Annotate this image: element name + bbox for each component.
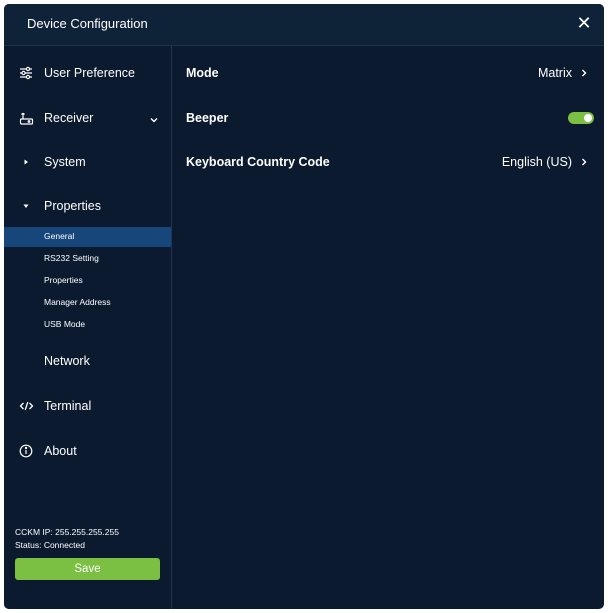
beeper-toggle[interactable]: [568, 112, 594, 124]
sidebar-subitem-label: USB Mode: [44, 319, 86, 329]
info-icon: [18, 443, 34, 459]
save-button[interactable]: Save: [15, 558, 160, 580]
setting-value: Matrix: [537, 66, 572, 80]
setting-value: English (US): [501, 155, 572, 169]
setting-label: Mode: [186, 66, 219, 80]
sidebar-item-system[interactable]: System: [4, 147, 171, 177]
chevron-right-icon: [582, 158, 587, 166]
chevron-down-icon: [149, 112, 159, 123]
setting-row-keyboard-country-code: Keyboard Country Code English (US): [172, 147, 604, 177]
sidebar-item-label: Terminal: [44, 399, 92, 413]
mode-selector[interactable]: Matrix: [538, 66, 588, 80]
sidebar-item-terminal[interactable]: Terminal: [4, 391, 171, 421]
keyboard-country-code-selector[interactable]: English (US): [502, 155, 588, 169]
code-icon: [18, 398, 34, 414]
sidebar-item-label: Properties: [44, 199, 101, 213]
sidebar-item-label: User Preference: [44, 66, 136, 80]
sidebar-subitem-label: Manager Address: [44, 297, 111, 307]
setting-label: Beeper: [186, 111, 229, 125]
close-icon[interactable]: ✕: [574, 13, 594, 33]
sidebar-subitem-rs232-setting[interactable]: RS232 Setting: [4, 249, 171, 269]
sidebar-subitem-manager-address[interactable]: Manager Address: [4, 293, 171, 313]
connection-status-text: Status: Connected: [15, 540, 85, 550]
sidebar-subitem-general[interactable]: General: [4, 227, 171, 247]
sidebar-item-about[interactable]: About: [4, 436, 171, 466]
caret-right-icon: [18, 154, 34, 170]
setting-label: Keyboard Country Code: [186, 155, 330, 169]
sidebar-subitem-label: General: [44, 231, 75, 241]
setting-row-beeper: Beeper: [172, 103, 604, 133]
sidebar-subitem-properties[interactable]: Properties: [4, 271, 171, 291]
sidebar-item-label: About: [44, 444, 77, 458]
sidebar-subitem-usb-mode[interactable]: USB Mode: [4, 315, 171, 335]
sidebar-item-receiver[interactable]: Receiver: [4, 103, 171, 133]
sliders-icon: [18, 65, 34, 81]
sidebar-item-label: Network: [44, 354, 90, 368]
cckm-ip-text: CCKM IP: 255.255.255.255: [15, 527, 119, 537]
caret-down-icon: [18, 198, 34, 214]
title-bar: Device Configuration ✕: [4, 4, 604, 46]
window-title: Device Configuration: [27, 16, 148, 31]
sidebar-item-user-preference[interactable]: User Preference: [4, 58, 171, 88]
sidebar: User Preference Receiver System Properti…: [4, 46, 172, 609]
sidebar-item-label: Receiver: [44, 111, 94, 125]
device-configuration-window: Device Configuration ✕ User Preference R…: [4, 4, 604, 609]
receiver-icon: [18, 110, 34, 126]
sidebar-item-properties[interactable]: Properties: [4, 191, 171, 221]
sidebar-item-label: System: [44, 155, 86, 169]
main-panel: Mode Matrix Beeper Keyboard Country Code…: [172, 46, 604, 609]
sidebar-subitem-label: RS232 Setting: [44, 253, 99, 263]
sidebar-subitem-label: Properties: [44, 275, 83, 285]
toggle-knob: [584, 114, 592, 122]
setting-row-mode: Mode Matrix: [172, 58, 604, 88]
sidebar-item-network[interactable]: Network: [4, 346, 171, 376]
chevron-right-icon: [582, 69, 587, 77]
